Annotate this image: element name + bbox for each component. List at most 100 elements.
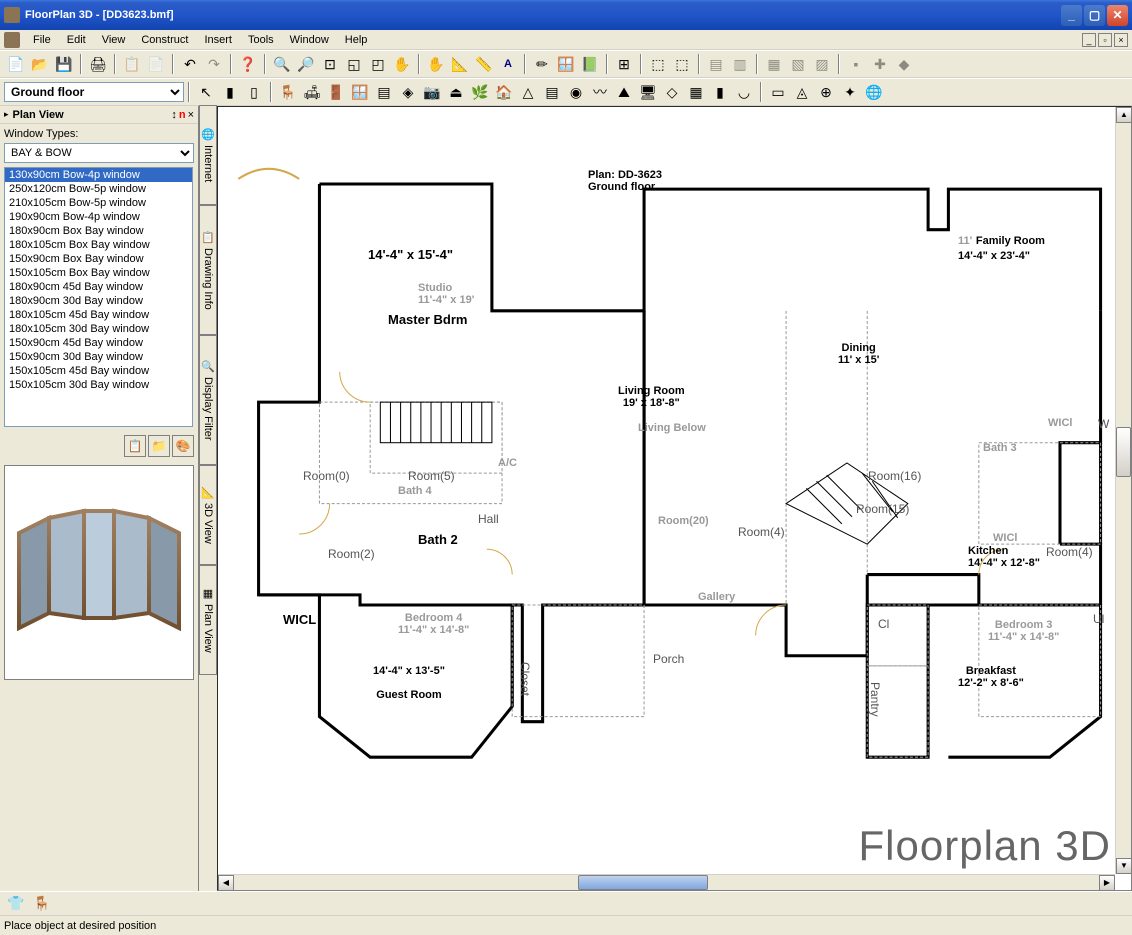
menu-insert[interactable]: Insert [196,32,240,48]
tab-3d-view[interactable]: 📐3D View [199,465,217,565]
align-left-button[interactable]: ▤ [705,53,727,75]
list-item[interactable]: 150x105cm 30d Bay window [5,378,192,392]
panel-btn3[interactable]: 🎨 [172,435,194,457]
panel-close-icon[interactable]: × [188,109,194,121]
scroll-right-button[interactable]: ▶ [1099,875,1115,891]
save-button[interactable]: 💾 [53,53,75,75]
zoom-previous-button[interactable]: ◰ [367,53,389,75]
align-top-button[interactable]: ▦ [763,53,785,75]
menu-window[interactable]: Window [282,32,337,48]
globe-button[interactable]: 🌐 [863,81,885,103]
open-button[interactable]: 📂 [29,53,51,75]
text-tool-button[interactable]: A [497,53,519,75]
zoom-out-button[interactable]: 🔎 [295,53,317,75]
distribute-v-button[interactable]: ✚ [869,53,891,75]
menu-view[interactable]: View [94,32,134,48]
hedge-button[interactable]: ▮ [709,81,731,103]
list-item[interactable]: 180x90cm 30d Bay window [5,294,192,308]
list-item[interactable]: 180x105cm 30d Bay window [5,322,192,336]
list-item[interactable]: 130x90cm Bow-4p window [5,168,192,182]
panel-collapse-icon[interactable]: ▸ [4,109,9,120]
window-types-list[interactable]: 130x90cm Bow-4p window 250x120cm Bow-5p … [4,167,193,427]
list-item[interactable]: 150x105cm Box Bay window [5,266,192,280]
zoom-in-button[interactable]: 🔍 [271,53,293,75]
scroll-left-button[interactable]: ◀ [218,875,234,891]
tripod-button[interactable]: ⏏ [445,81,467,103]
compass-icon[interactable]: n [179,109,186,121]
doc-close-button[interactable]: × [1114,33,1128,47]
redo-button[interactable]: ↷ [203,53,225,75]
window-button[interactable]: 🪟 [555,53,577,75]
vertical-scrollbar[interactable]: ▲ ▼ [1115,107,1131,874]
ruler-button[interactable]: 📏 [473,53,495,75]
copy-button[interactable]: 📋 [121,53,143,75]
canvas-area[interactable]: Plan: DD-3623 Ground floor 14'-4" x 15'-… [217,106,1132,891]
distribute-h-button[interactable]: ▪ [845,53,867,75]
minimize-button[interactable]: _ [1061,5,1082,26]
list-item[interactable]: 180x105cm Box Bay window [5,238,192,252]
marker-button[interactable]: ✏ [531,53,553,75]
help-button[interactable]: ❓ [237,53,259,75]
snap1-button[interactable]: ⬚ [647,53,669,75]
house-button[interactable]: 🏠 [493,81,515,103]
room-tool-button[interactable]: ▯ [243,81,265,103]
list-item[interactable]: 190x90cm Bow-4p window [5,210,192,224]
doc-minimize-button[interactable]: _ [1082,33,1096,47]
list-item[interactable]: 210x105cm Bow-5p window [5,196,192,210]
tool-furniture[interactable]: 🪑 [32,895,52,913]
pan-button[interactable]: ✋ [391,53,413,75]
list-item[interactable]: 180x105cm 45d Bay window [5,308,192,322]
wall-tool-button[interactable]: ▮ [219,81,241,103]
close-button[interactable]: ✕ [1107,5,1128,26]
list-item[interactable]: 180x90cm 45d Bay window [5,280,192,294]
menu-tools[interactable]: Tools [240,32,282,48]
zoom-drawing-button[interactable]: ⊡ [319,53,341,75]
scroll-v-thumb[interactable] [1116,427,1131,477]
window-type-selector[interactable]: BAY & BOW [4,143,194,163]
tab-display-filter[interactable]: 🔍Display Filter [199,335,217,465]
align-middle-button[interactable]: ▧ [787,53,809,75]
fence-button[interactable]: ▦ [685,81,707,103]
menu-file[interactable]: File [25,32,59,48]
menu-construct[interactable]: Construct [133,32,196,48]
furniture4-button[interactable]: 🪟 [349,81,371,103]
grid-button[interactable]: ⊞ [613,53,635,75]
print-button[interactable]: 🖨 [87,53,109,75]
terrain-button[interactable]: ⛰ [613,81,635,103]
zoom-window-button[interactable]: ◱ [343,53,365,75]
tab-drawing-info[interactable]: 📋Drawing Info [199,205,217,335]
list-item[interactable]: 150x90cm 30d Bay window [5,350,192,364]
shape-button[interactable]: ◇ [661,81,683,103]
scroll-down-button[interactable]: ▼ [1116,858,1132,874]
stairs-button[interactable]: ▤ [541,81,563,103]
paste-button[interactable]: 📄 [145,53,167,75]
camera-button[interactable]: 📷 [421,81,443,103]
schedule-button[interactable]: 📗 [579,53,601,75]
roof-button[interactable]: △ [517,81,539,103]
pan-tool-button[interactable]: ✋ [425,53,447,75]
menu-edit[interactable]: Edit [59,32,94,48]
furniture2-button[interactable]: 🛋 [301,81,323,103]
panel-btn2[interactable]: 📁 [148,435,170,457]
list-item[interactable]: 150x90cm 45d Bay window [5,336,192,350]
view4-button[interactable]: ✦ [839,81,861,103]
furniture6-button[interactable]: ◈ [397,81,419,103]
scroll-up-button[interactable]: ▲ [1116,107,1132,123]
curve-button[interactable]: ◡ [733,81,755,103]
floor-selector[interactable]: Ground floor [4,82,184,102]
doc-restore-button[interactable]: ▫ [1098,33,1112,47]
horizontal-scrollbar[interactable]: ◀ ▶ [218,874,1115,890]
plant-button[interactable]: 🌿 [469,81,491,103]
view2-button[interactable]: ◬ [791,81,813,103]
furniture5-button[interactable]: ▤ [373,81,395,103]
list-item[interactable]: 150x90cm Box Bay window [5,252,192,266]
list-item[interactable]: 150x105cm 45d Bay window [5,364,192,378]
scroll-h-thumb[interactable] [578,875,708,890]
tab-internet[interactable]: 🌐Internet [199,105,217,205]
maximize-button[interactable]: ▢ [1084,5,1105,26]
align-center-button[interactable]: ▥ [729,53,751,75]
screen-button[interactable]: 🖥 [637,81,659,103]
path-button[interactable]: 〰 [589,81,611,103]
align-bottom-button[interactable]: ▨ [811,53,833,75]
list-item[interactable]: 180x90cm Box Bay window [5,224,192,238]
